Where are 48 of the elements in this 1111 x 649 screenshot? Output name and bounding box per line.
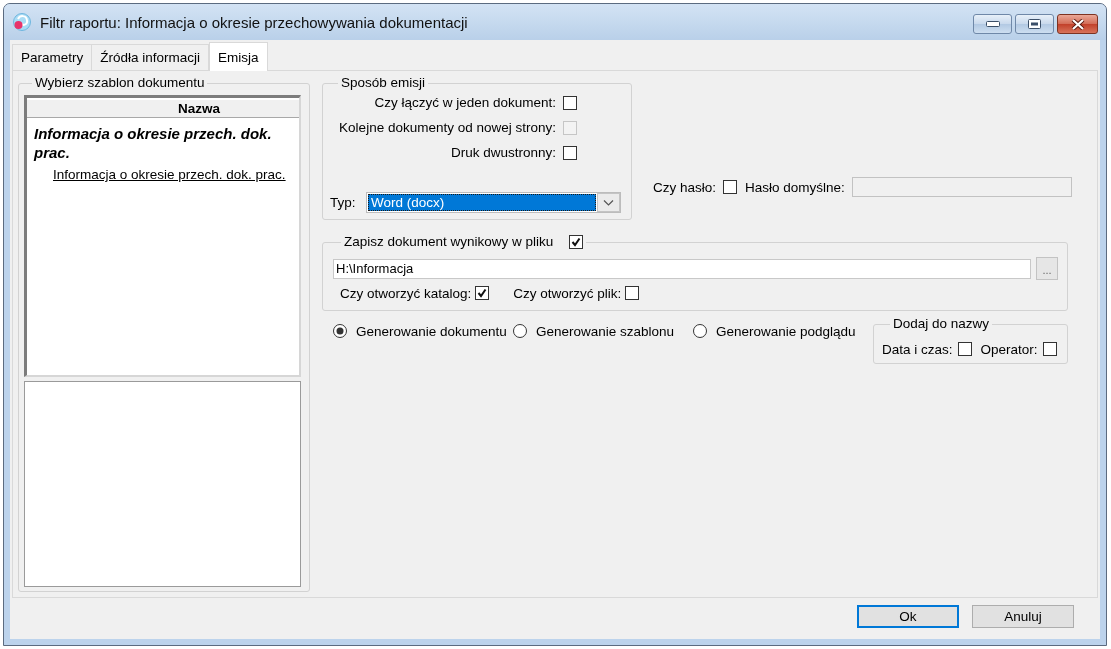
browse-button[interactable]: ... bbox=[1036, 257, 1058, 280]
checkbox[interactable] bbox=[1042, 342, 1057, 356]
tree-item[interactable]: Informacja o okresie przech. dok. prac. bbox=[53, 167, 286, 183]
option-label: Kolejne dokumenty od nowej strony: bbox=[339, 120, 556, 135]
option-label: Hasło domyślne: bbox=[745, 179, 845, 195]
minimize-icon bbox=[985, 21, 1000, 27]
chevron-down-icon bbox=[597, 193, 620, 212]
maximize-icon bbox=[1028, 19, 1041, 29]
checkbox[interactable] bbox=[625, 286, 640, 300]
radio-button[interactable] bbox=[513, 324, 527, 338]
radio-label[interactable]: Generowanie podglądu bbox=[716, 323, 856, 339]
radio-button[interactable] bbox=[333, 324, 347, 338]
type-label: Typ: bbox=[330, 195, 357, 210]
ok-button[interactable]: Ok bbox=[857, 605, 959, 628]
checkbox[interactable] bbox=[563, 95, 577, 110]
option-label: Czy łączyć w jeden dokument: bbox=[374, 95, 556, 110]
path-field[interactable]: H:\Informacja bbox=[333, 258, 1031, 279]
checkbox[interactable] bbox=[723, 180, 738, 194]
close-button[interactable] bbox=[1057, 14, 1098, 34]
checkbox[interactable] bbox=[475, 286, 490, 300]
close-icon bbox=[1070, 18, 1085, 30]
radio-label[interactable]: Generowanie dokumentu bbox=[356, 323, 507, 339]
checkbox[interactable] bbox=[957, 342, 972, 356]
option-label: Czy otworzyć katalog: bbox=[340, 285, 472, 301]
maximize-button[interactable] bbox=[1015, 14, 1054, 34]
column-header: Nazwa bbox=[27, 100, 299, 118]
option-label: Czy otworzyć plik: bbox=[513, 285, 622, 301]
group-title: Zapisz dokument wynikowy w pliku bbox=[344, 235, 554, 249]
group-title: Sposób emisji bbox=[340, 76, 427, 90]
minimize-button[interactable] bbox=[973, 14, 1012, 34]
tab[interactable]: Emisja bbox=[209, 42, 268, 71]
radio-button[interactable] bbox=[693, 324, 707, 338]
tab[interactable]: Parametry bbox=[12, 44, 93, 70]
type-dropdown[interactable]: Word (docx) bbox=[366, 192, 621, 213]
option-label: Czy hasło: bbox=[653, 179, 717, 195]
radio-label[interactable]: Generowanie szablonu bbox=[536, 323, 675, 339]
option-label: Druk dwustronny: bbox=[450, 145, 556, 160]
tab[interactable]: Źródła informacji bbox=[91, 44, 210, 70]
group-title: Wybierz szablon dokumentu bbox=[34, 76, 206, 90]
cancel-button[interactable]: Anuluj bbox=[972, 605, 1074, 628]
option-label: Data i czas: bbox=[882, 341, 953, 357]
checkbox[interactable] bbox=[563, 145, 577, 160]
checkbox[interactable] bbox=[569, 235, 584, 249]
app-icon bbox=[13, 13, 31, 31]
option-label: Operator: bbox=[980, 341, 1038, 357]
tree-item[interactable]: Informacja o okresie przech. dok. prac. bbox=[34, 124, 286, 162]
group-title: Dodaj do nazwy bbox=[892, 317, 991, 331]
window-title: Filtr raportu: Informacja o okresie przechowywania dokumentacji bbox=[40, 13, 468, 31]
